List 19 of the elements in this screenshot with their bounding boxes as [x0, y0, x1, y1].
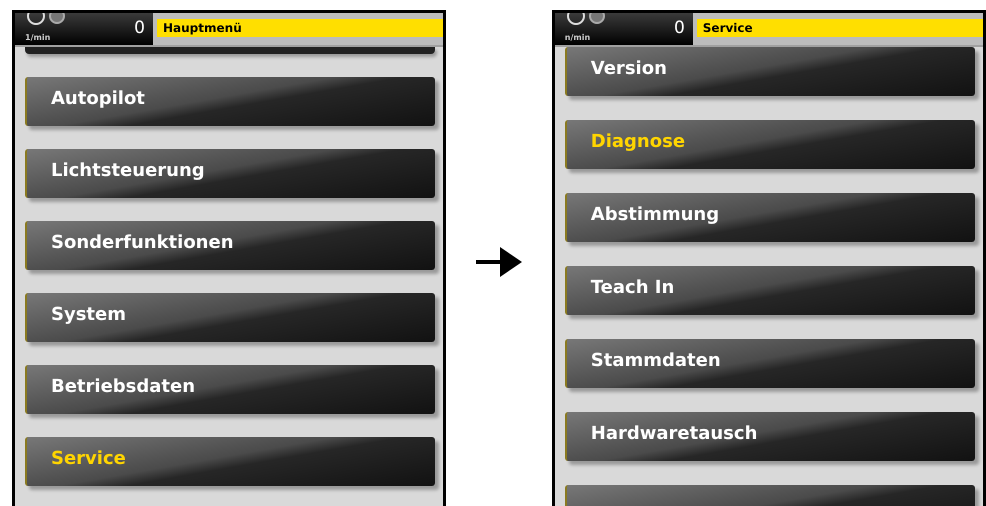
screen-title: Hauptmenü	[157, 19, 444, 37]
speed-value: 0	[674, 18, 685, 40]
menu-button[interactable]: Teach In	[564, 266, 975, 315]
menu-button[interactable]: Autopilot	[25, 77, 436, 126]
menu-button[interactable]: Sonderfunktionen	[25, 221, 436, 270]
arrow-icon	[476, 247, 522, 277]
menu-button[interactable]: System	[25, 293, 436, 342]
unit-label: n/min	[564, 33, 590, 44]
speed-value: 0	[134, 18, 145, 40]
menu-button[interactable]: Lichtsteuerung	[25, 149, 436, 198]
menu-button[interactable]: Hardwaretausch	[564, 412, 975, 461]
menu-button[interactable]: Stammdaten	[564, 339, 975, 388]
unit-label: 1/min	[25, 33, 50, 44]
screen-title: Service	[696, 19, 983, 37]
menu-button[interactable]: Version	[564, 47, 975, 96]
menu-button[interactable]: Betriebsdaten	[25, 365, 436, 414]
menu-button[interactable]: Diagnose	[564, 120, 975, 169]
menu-button[interactable]: Service	[25, 437, 436, 486]
menu-button[interactable]: Abstimmung	[564, 193, 975, 242]
